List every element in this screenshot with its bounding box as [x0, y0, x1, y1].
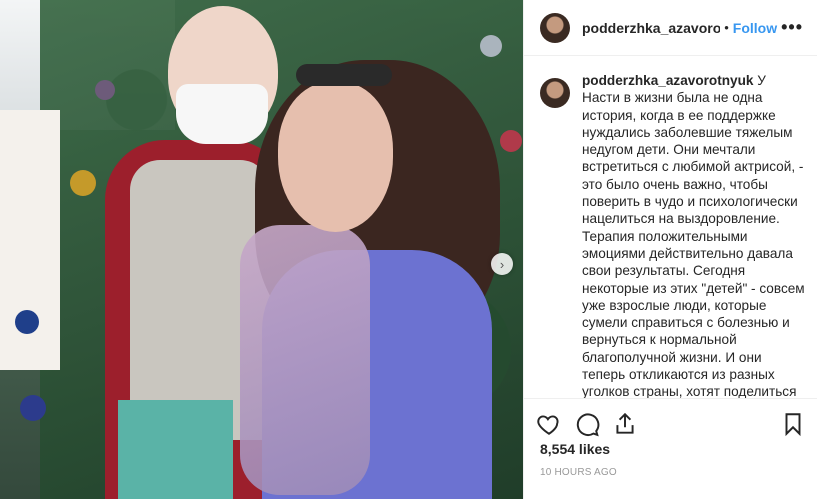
comment-icon[interactable]	[574, 411, 600, 437]
sunglasses	[296, 64, 392, 86]
bookmark-icon[interactable]	[780, 411, 806, 437]
caption-username[interactable]: podderzhka_azavorotnyuk	[582, 73, 753, 88]
caption-text: podderzhka_azavorotnyuk У Насти в жизни …	[582, 72, 805, 398]
face-mask	[176, 84, 268, 144]
share-icon[interactable]	[612, 411, 638, 437]
woman-scarf	[240, 225, 370, 495]
ornament	[500, 130, 522, 152]
chevron-right-icon: ›	[499, 256, 505, 272]
child-pants	[118, 400, 233, 499]
caption-body: У Насти в жизни была не одна история, ко…	[582, 73, 805, 398]
ornament	[15, 310, 39, 334]
carousel-next-button[interactable]: ›	[491, 253, 513, 275]
ornament	[70, 170, 96, 196]
follow-button[interactable]: Follow	[733, 20, 777, 36]
woman-face	[278, 82, 393, 232]
header-username[interactable]: podderzhka_azavorotny	[582, 20, 720, 36]
action-icons	[524, 399, 817, 441]
likes-count[interactable]: 8,554 likes	[524, 441, 817, 457]
caption-avatar[interactable]	[540, 78, 570, 108]
ornament	[20, 395, 46, 421]
post-actions: 8,554 likes 10 HOURS AGO	[524, 398, 817, 499]
ornament	[480, 35, 502, 57]
ornament	[95, 80, 115, 100]
separator-dot: •	[724, 20, 729, 35]
post-photo[interactable]: ›	[0, 0, 523, 499]
heart-icon[interactable]	[536, 411, 562, 437]
more-options-icon[interactable]: •••	[777, 17, 807, 38]
post-timestamp[interactable]: 10 HOURS AGO	[524, 457, 817, 478]
caption: podderzhka_azavorotnyuk У Насти в жизни …	[524, 56, 817, 398]
avatar[interactable]	[540, 12, 570, 43]
post-header: podderzhka_azavorotny • Follow •••	[524, 0, 817, 56]
post-sidebar: podderzhka_azavorotny • Follow ••• podde…	[523, 0, 817, 499]
